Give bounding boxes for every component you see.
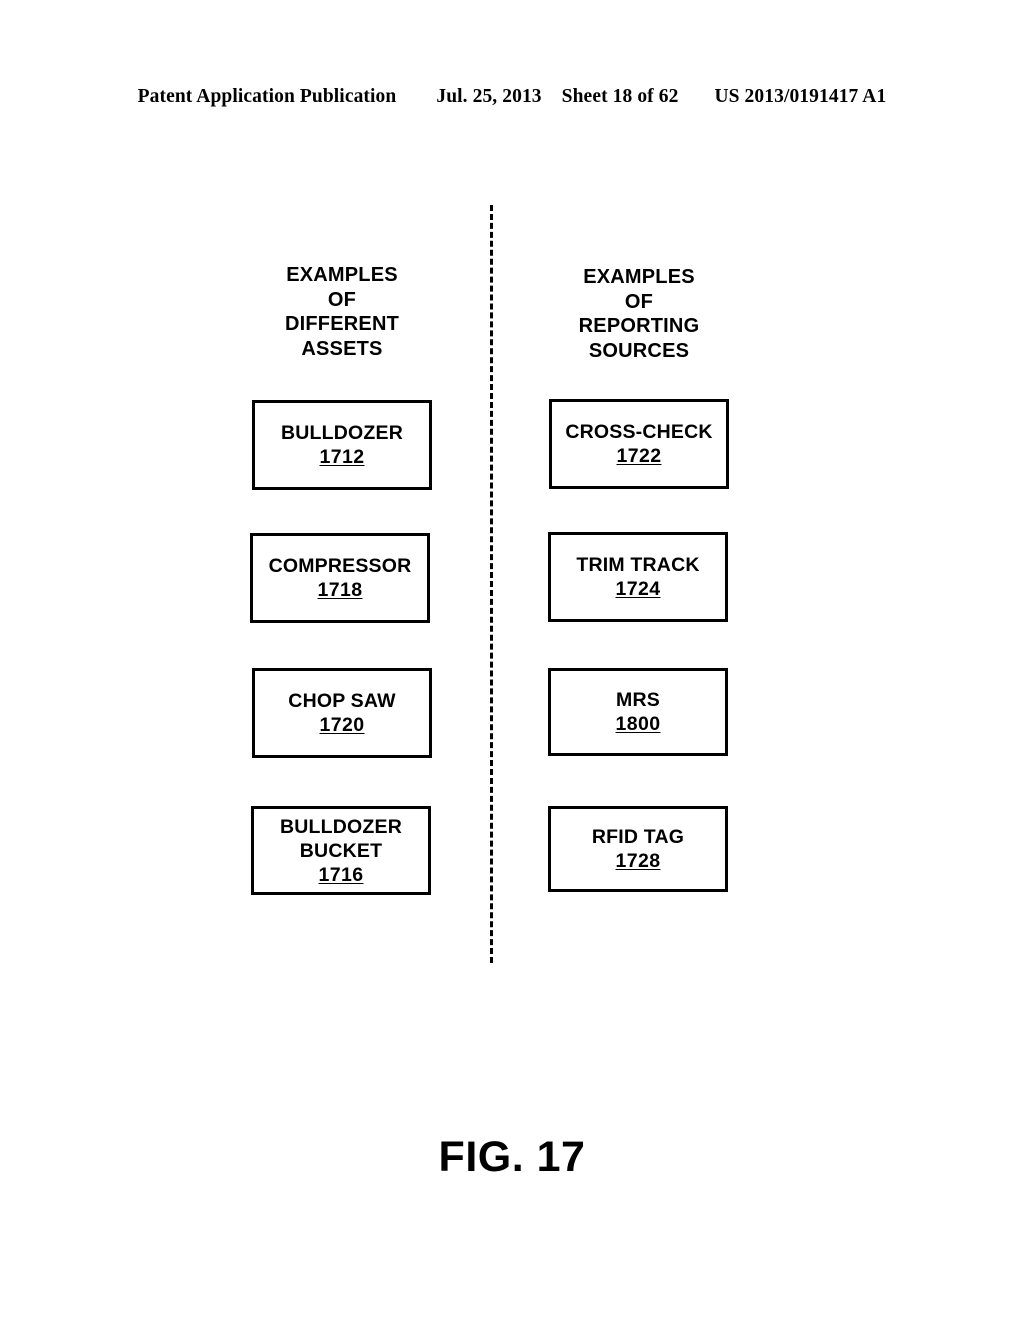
vertical-dashed-divider: [490, 205, 493, 963]
reporting-source-box-label: MRS: [616, 689, 660, 711]
column-heading-assets: EXAMPLES OF DIFFERENT ASSETS: [284, 264, 400, 360]
asset-box-chop-saw[interactable]: CHOP SAW 1720: [252, 668, 432, 758]
asset-box-compressor[interactable]: COMPRESSOR 1718: [250, 533, 430, 623]
asset-box-reference-numeral: 1712: [319, 446, 365, 468]
asset-box-reference-numeral: 1716: [318, 863, 364, 886]
reporting-source-box-reference-numeral: 1722: [616, 445, 662, 467]
reporting-source-box-label: TRIM TRACK: [576, 554, 700, 576]
reporting-source-box-label: CROSS-CHECK: [565, 421, 713, 443]
asset-box-label: CHOP SAW: [288, 690, 396, 712]
reporting-source-box-trim-track[interactable]: TRIM TRACK 1724: [548, 532, 728, 622]
asset-box-reference-numeral: 1720: [319, 714, 365, 736]
asset-box-bulldozer[interactable]: BULLDOZER 1712: [252, 400, 432, 490]
reporting-source-box-rfid-tag[interactable]: RFID TAG 1728: [548, 806, 728, 892]
reporting-source-box-cross-check[interactable]: CROSS-CHECK 1722: [549, 399, 729, 489]
asset-box-reference-numeral: 1718: [317, 579, 363, 601]
reporting-source-box-reference-numeral: 1728: [615, 850, 661, 872]
reporting-source-box-label: RFID TAG: [591, 826, 685, 848]
reporting-source-box-reference-numeral: 1800: [615, 713, 661, 735]
asset-box-label: COMPRESSOR: [268, 555, 412, 577]
figure-caption: FIG. 17: [438, 1133, 586, 1181]
column-heading-reporting-sources: EXAMPLES OF REPORTING SOURCES: [578, 266, 700, 362]
reporting-source-box-mrs[interactable]: MRS 1800: [548, 668, 728, 756]
asset-box-label: BULLDOZER: [280, 422, 404, 444]
reporting-source-box-reference-numeral: 1724: [615, 578, 661, 600]
figure-17-diagram: EXAMPLES OF DIFFERENT ASSETS EXAMPLES OF…: [0, 0, 1024, 1320]
asset-box-bulldozer-bucket[interactable]: BULLDOZER BUCKET 1716: [251, 806, 431, 895]
asset-box-label: BULLDOZER BUCKET: [279, 815, 403, 862]
